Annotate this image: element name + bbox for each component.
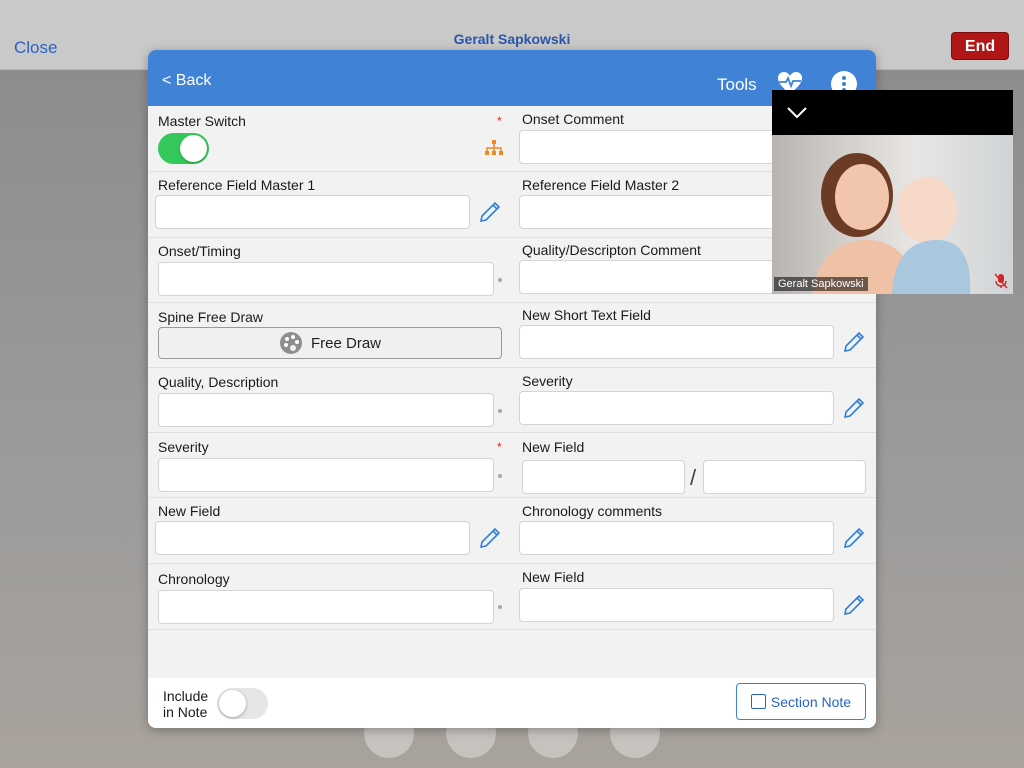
ref-master-1-input[interactable]: [155, 195, 470, 229]
chronology-input[interactable]: [158, 590, 494, 624]
mic-muted-icon: [994, 273, 1008, 289]
form-row: Chronology New Field: [148, 564, 876, 630]
section-note-label: Section Note: [770, 693, 852, 710]
spine-free-draw-label: Spine Free Draw: [158, 309, 264, 325]
ref-master-1-label: Reference Field Master 1: [158, 177, 316, 193]
pencil-icon[interactable]: [842, 396, 866, 420]
ratio-separator: /: [690, 465, 697, 490]
quality-comment-label: Quality/Descripton Comment: [522, 242, 701, 258]
free-draw-button[interactable]: Free Draw: [158, 327, 502, 359]
ref-master-2-label: Reference Field Master 2: [522, 177, 680, 193]
field-indicator-dot: [498, 409, 502, 413]
form-row: Onset/Timing Quality/Descripton Comment: [148, 238, 876, 303]
severity-right-label: Severity: [522, 373, 573, 389]
new-field-ratio-input-b[interactable]: [703, 460, 866, 494]
modal-header: < Back Tools: [148, 50, 876, 106]
form-row: Quality, Description Severity: [148, 368, 876, 433]
free-draw-label: Free Draw: [310, 334, 381, 352]
pencil-icon[interactable]: [478, 526, 502, 550]
form-row: Severity * New Field /: [148, 433, 876, 498]
form-row: Spine Free Draw Free Draw New Short Text…: [148, 303, 876, 368]
caller-name: Geralt Sapkowski: [453, 31, 571, 47]
new-field-ratio-input-a[interactable]: [522, 460, 685, 494]
master-switch-label: Master Switch: [158, 113, 246, 129]
new-field-right-input[interactable]: [519, 588, 834, 622]
form-row: New Field Chronology comments: [148, 498, 876, 564]
chronology-label: Chronology: [158, 571, 230, 587]
new-short-text-input[interactable]: [519, 325, 834, 359]
required-marker: *: [497, 440, 502, 454]
hierarchy-icon[interactable]: [485, 140, 503, 156]
chronology-comments-label: Chronology comments: [522, 503, 663, 519]
new-field-left-label: New Field: [158, 503, 221, 519]
pencil-icon[interactable]: [842, 330, 866, 354]
quality-description-label: Quality, Description: [158, 374, 279, 390]
tools-button[interactable]: Tools: [717, 75, 757, 95]
quality-description-input[interactable]: [158, 393, 494, 427]
back-button[interactable]: < Back: [162, 72, 211, 90]
video-participant-name: Geralt Sapkowski: [774, 277, 868, 291]
checkbox-icon: [750, 694, 766, 709]
video-feed: [772, 135, 1013, 294]
form-row: Reference Field Master 1 Reference Field…: [148, 172, 876, 238]
new-short-text-label: New Short Text Field: [522, 307, 651, 323]
section-note-button[interactable]: Section Note: [736, 683, 866, 720]
severity-left-input[interactable]: [158, 458, 494, 492]
severity-right-input[interactable]: [519, 391, 834, 425]
video-preview-bar: [772, 90, 1013, 135]
chronology-comments-input[interactable]: [519, 521, 834, 555]
include-in-note-toggle[interactable]: [217, 688, 268, 719]
severity-left-label: Severity: [158, 439, 209, 455]
video-people-silhouette: [812, 153, 971, 294]
pencil-icon[interactable]: [478, 200, 502, 224]
new-field-right-label: New Field: [522, 569, 585, 585]
field-indicator-dot: [498, 474, 502, 478]
field-indicator-dot: [498, 605, 502, 609]
onset-timing-label: Onset/Timing: [158, 243, 241, 259]
include-in-note-label: Include in Note: [163, 688, 209, 720]
onset-comment-label: Onset Comment: [522, 111, 624, 127]
form-modal: < Back Tools Master Switch * Onset Comme…: [148, 50, 876, 728]
video-preview[interactable]: Geralt Sapkowski: [772, 90, 1013, 294]
pencil-icon[interactable]: [842, 526, 866, 550]
master-switch-toggle[interactable]: [158, 133, 209, 164]
end-call-button[interactable]: End: [951, 32, 1009, 60]
chevron-down-icon[interactable]: [786, 106, 808, 120]
onset-timing-input[interactable]: [158, 262, 494, 296]
palette-icon: [279, 332, 302, 354]
modal-footer: Include in Note Section Note: [148, 678, 876, 728]
new-field-left-input[interactable]: [155, 521, 470, 555]
required-marker: *: [497, 114, 502, 128]
new-field-ratio-label: New Field: [522, 439, 585, 455]
pencil-icon[interactable]: [842, 593, 866, 617]
field-indicator-dot: [498, 278, 502, 282]
form-row: Master Switch * Onset Comment: [148, 106, 876, 172]
